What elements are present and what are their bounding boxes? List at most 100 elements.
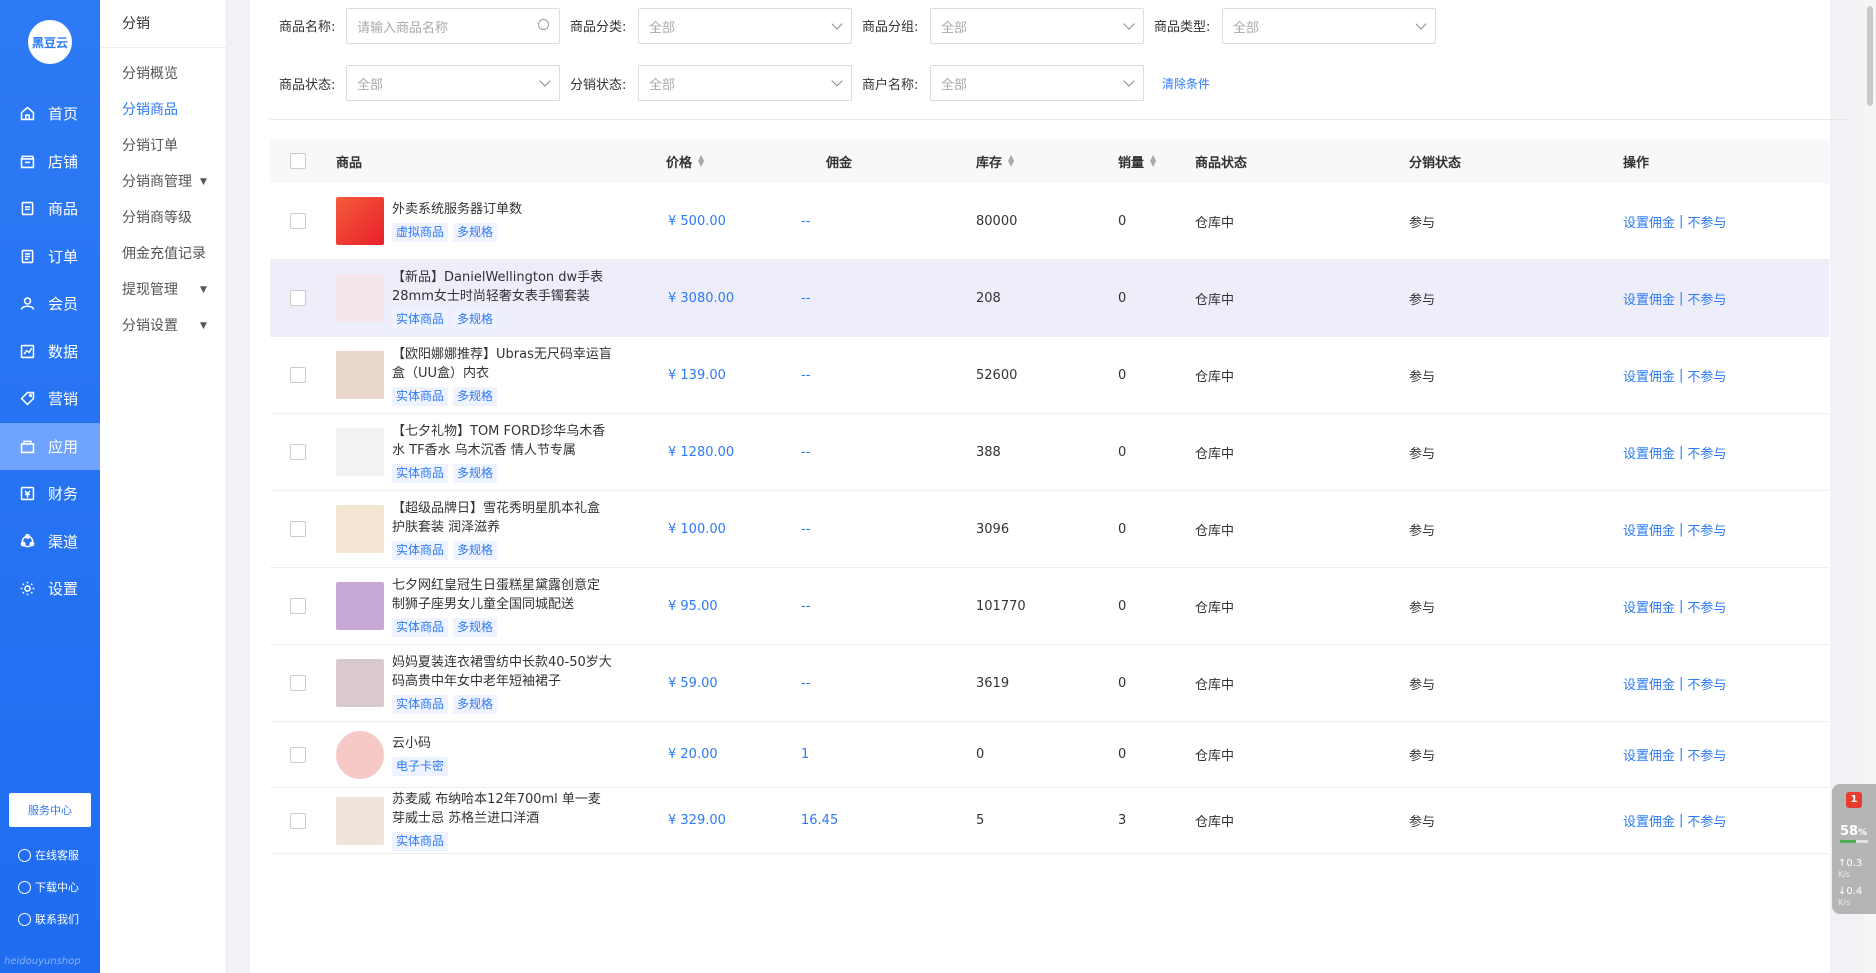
product-thumbnail[interactable] <box>336 428 384 476</box>
set-commission-link[interactable]: 设置佣金 <box>1623 745 1675 764</box>
row-checkbox[interactable] <box>290 414 306 490</box>
nav-item-0[interactable]: 首页 <box>0 90 100 138</box>
product-name[interactable]: 【超级品牌日】雪花秀明星肌本礼盒护肤套装 润泽滋养 <box>392 499 612 537</box>
product-thumbnail[interactable] <box>336 659 384 707</box>
header-price[interactable]: 价格 ▲ ▼ <box>666 139 704 183</box>
product-name[interactable]: 外卖系统服务器订单数 <box>392 200 612 219</box>
product-name[interactable]: 苏麦威 布纳哈本12年700ml 单一麦芽威士忌 苏格兰进口洋酒 <box>392 790 612 828</box>
set-commission-link[interactable]: 设置佣金 <box>1623 811 1675 830</box>
subnav-item-label: 提现管理 <box>122 282 178 298</box>
service-center-button[interactable]: 服务中心 <box>9 793 91 827</box>
product-name[interactable]: 七夕网红皇冠生日蛋糕星黛露创意定制狮子座男女儿童全国同城配送 <box>392 576 612 614</box>
dist-status-cell: 参与 <box>1409 815 1436 830</box>
subnav-item-5[interactable]: 佣金充值记录 <box>100 236 226 272</box>
nav-item-3[interactable]: 订单 <box>0 233 100 281</box>
group-select[interactable]: 全部 <box>930 8 1144 44</box>
row-checkbox[interactable] <box>290 722 306 787</box>
download-center-link[interactable]: 下载中心 <box>18 879 79 895</box>
merchant-select[interactable]: 全部 <box>930 65 1144 101</box>
subnav-list: 分销概览 分销商品 分销订单 分销商管理 ▼ 分销商等级 佣金充值记录 提现管理 ▼ 分销设置 ▼ <box>100 48 226 344</box>
set-commission-link[interactable]: 设置佣金 <box>1623 289 1675 308</box>
row-checkbox[interactable] <box>290 645 306 721</box>
header-stock[interactable]: 库存 ▲ ▼ <box>976 139 1014 183</box>
product-thumbnail[interactable] <box>336 274 384 322</box>
product-thumbnail[interactable] <box>336 351 384 399</box>
row-checkbox[interactable] <box>290 337 306 413</box>
subnav-item-4[interactable]: 分销商等级 <box>100 200 226 236</box>
product-cell: 七夕网红皇冠生日蛋糕星黛露创意定制狮子座男女儿童全国同城配送 实体商品 多规格 <box>336 568 612 644</box>
subnav-item-0[interactable]: 分销概览 <box>100 56 226 92</box>
dist-status-select[interactable]: 全部 <box>638 65 852 101</box>
nav-item-4[interactable]: 会员 <box>0 280 100 328</box>
subnav-item-7[interactable]: 分销设置 ▼ <box>100 308 226 344</box>
subnav-item-label: 分销商管理 <box>122 174 192 190</box>
product-name[interactable]: 妈妈夏装连衣裙雪纺中长款40-50岁大码高贵中年女中老年短袖裙子 <box>392 653 612 691</box>
type-select[interactable]: 全部 <box>1222 8 1436 44</box>
product-thumbnail[interactable] <box>336 197 384 245</box>
scrollbar-thumb[interactable] <box>1867 6 1873 106</box>
caret-down-icon: ▼ <box>200 285 207 295</box>
select-all-checkbox[interactable] <box>290 139 306 183</box>
product-name[interactable]: 云小码 <box>392 734 612 753</box>
dist-status-cell: 参与 <box>1409 446 1436 462</box>
not-participate-link[interactable]: 不参与 <box>1687 289 1726 308</box>
product-name-input[interactable]: 请输入商品名称 <box>346 8 560 44</box>
row-checkbox[interactable] <box>290 183 306 259</box>
product-name[interactable]: 【欧阳娜娜推荐】Ubras无尺码幸运盲盒（UU盒）内衣 <box>392 345 612 383</box>
set-commission-link[interactable]: 设置佣金 <box>1623 212 1675 231</box>
product-thumbnail[interactable] <box>336 796 384 845</box>
nav-item-2[interactable]: 商品 <box>0 185 100 233</box>
row-checkbox[interactable] <box>290 491 306 567</box>
brand-logo[interactable]: 黑豆云 <box>28 20 72 64</box>
header-stock-label: 库存 <box>976 155 1003 171</box>
set-commission-link[interactable]: 设置佣金 <box>1623 597 1675 616</box>
row-checkbox[interactable] <box>290 260 306 336</box>
product-thumbnail[interactable] <box>336 582 384 630</box>
online-support-link[interactable]: 在线客服 <box>18 847 79 863</box>
status-select[interactable]: 全部 <box>346 65 560 101</box>
set-commission-link[interactable]: 设置佣金 <box>1623 366 1675 385</box>
subnav-item-6[interactable]: 提现管理 ▼ <box>100 272 226 308</box>
set-commission-link[interactable]: 设置佣金 <box>1623 443 1675 462</box>
row-checkbox[interactable] <box>290 568 306 644</box>
nav-item-8[interactable]: 财务 <box>0 470 100 518</box>
nav-item-1[interactable]: 店铺 <box>0 138 100 186</box>
nav-item-7[interactable]: 应用 <box>0 422 100 470</box>
contact-us-link[interactable]: 联系我们 <box>18 911 79 927</box>
sales-cell: 0 <box>1118 747 1127 762</box>
product-name[interactable]: 【七夕礼物】TOM FORD珍华乌木香水 TF香水 乌木沉香 情人节专属 <box>392 422 612 460</box>
product-thumbnail[interactable] <box>336 730 384 779</box>
product-tags: 虚拟商品 多规格 <box>392 223 612 242</box>
main-nav-list: 首页 店铺 商品 订单 会员 数据 营销应用财务 渠道 设置 <box>0 90 100 613</box>
subnav-item-2[interactable]: 分销订单 <box>100 128 226 164</box>
not-participate-link[interactable]: 不参与 <box>1687 745 1726 764</box>
nav-item-6[interactable]: 营销 <box>0 375 100 423</box>
not-participate-link[interactable]: 不参与 <box>1687 443 1726 462</box>
nav-item-9[interactable]: 渠道 <box>0 518 100 566</box>
subnav-item-1[interactable]: 分销商品 <box>100 92 226 128</box>
clear-filters-link[interactable]: 清除条件 <box>1162 75 1210 92</box>
set-commission-link[interactable]: 设置佣金 <box>1623 674 1675 693</box>
not-participate-link[interactable]: 不参与 <box>1687 366 1726 385</box>
not-participate-link[interactable]: 不参与 <box>1687 212 1726 231</box>
not-participate-link[interactable]: 不参与 <box>1687 597 1726 616</box>
network-monitor-widget[interactable]: 1 58% ↑0.3 K/s ↓0.4 K/s <box>1832 784 1876 914</box>
not-participate-link[interactable]: 不参与 <box>1687 520 1726 539</box>
filter-type-label: 商品类型: <box>1154 20 1211 35</box>
set-commission-link[interactable]: 设置佣金 <box>1623 520 1675 539</box>
nav-item-10[interactable]: 设置 <box>0 565 100 613</box>
not-participate-link[interactable]: 不参与 <box>1687 811 1726 830</box>
download-center-label: 下载中心 <box>35 881 79 894</box>
nav-item-5[interactable]: 数据 <box>0 328 100 376</box>
type-value: 全部 <box>1233 20 1260 36</box>
product-thumbnail[interactable] <box>336 505 384 553</box>
subnav-item-3[interactable]: 分销商管理 ▼ <box>100 164 226 200</box>
nav-item-label: 应用 <box>48 437 79 456</box>
row-checkbox[interactable] <box>290 788 306 853</box>
product-name[interactable]: 【新品】DanielWellington dw手表28mm女士时尚轻奢女表手镯套… <box>392 268 612 306</box>
not-participate-link[interactable]: 不参与 <box>1687 674 1726 693</box>
filter-dist-status-label: 分销状态: <box>570 78 627 93</box>
category-select[interactable]: 全部 <box>638 8 852 44</box>
header-sales[interactable]: 销量 ▲ ▼ <box>1118 139 1156 183</box>
subnav-item-label: 佣金充值记录 <box>122 246 206 262</box>
